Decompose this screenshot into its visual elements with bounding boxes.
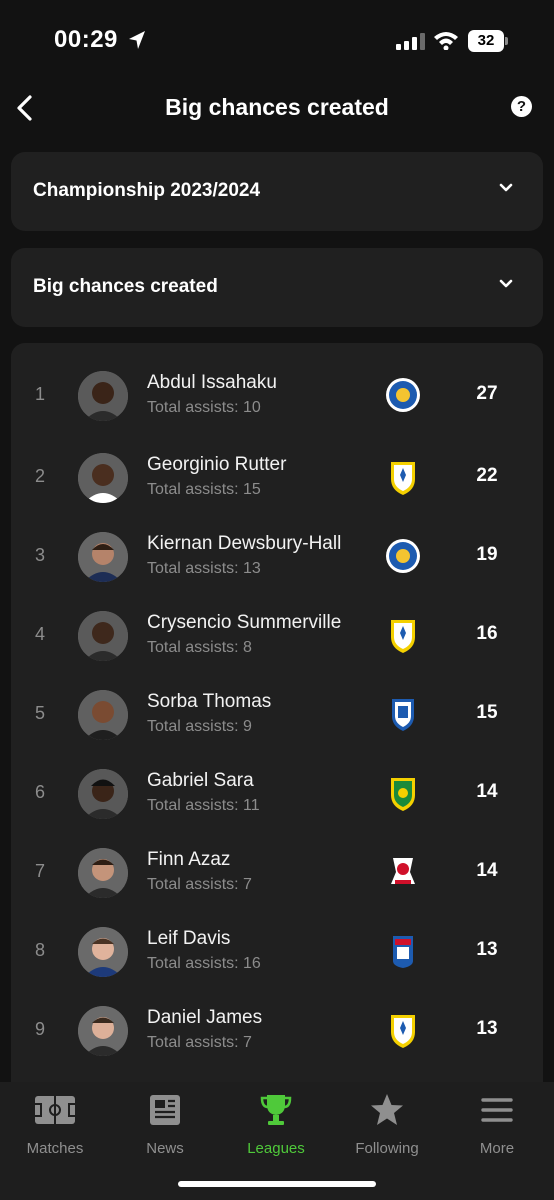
player-total-assists: Total assists: 7: [147, 876, 252, 893]
list-item[interactable]: 9 Daniel James Total assists: 7 13: [11, 992, 543, 1071]
list-item[interactable]: 2 Georginio Rutter Total assists: 15 22: [11, 439, 543, 518]
rank-number: 7: [35, 861, 46, 881]
tab-label: More: [479, 1140, 515, 1157]
tab-following[interactable]: Following: [332, 1092, 442, 1162]
battery-level: 32: [468, 30, 504, 52]
player-total-assists: Total assists: 10: [147, 399, 261, 416]
player-name: Georginio Rutter: [147, 454, 287, 475]
player-name: Kiernan Dewsbury-Hall: [147, 533, 342, 554]
top-app-bar: Big chances created ?: [0, 80, 554, 136]
player-name: Crysencio Summerville: [147, 612, 342, 633]
tab-label: News: [146, 1140, 184, 1157]
cellular-signal-icon: [396, 32, 425, 50]
rank-number: 5: [35, 703, 46, 723]
stat-dropdown-label: Big chances created: [33, 276, 218, 297]
leeds-crest-icon: [391, 1015, 415, 1048]
player-name: Gabriel Sara: [147, 770, 254, 791]
newspaper-icon: [150, 1095, 180, 1125]
rank-number: 1: [35, 384, 46, 404]
stat-value: 14: [476, 781, 498, 802]
stat-value: 27: [476, 383, 498, 404]
player-avatar: [78, 927, 128, 977]
stat-value: 14: [476, 860, 498, 881]
player-avatar: [78, 769, 128, 819]
tab-news[interactable]: News: [110, 1092, 220, 1162]
stat-value: 13: [476, 1018, 498, 1039]
rank-number: 9: [35, 1019, 46, 1039]
player-name: Finn Azaz: [147, 849, 231, 870]
player-avatar: [78, 1006, 128, 1056]
player-avatar: [78, 611, 128, 661]
pitch-icon: [35, 1096, 75, 1124]
leicester-crest-icon: [386, 539, 420, 573]
status-time: 00:29: [54, 26, 118, 53]
leeds-crest-icon: [391, 620, 415, 653]
player-avatar: [78, 532, 128, 582]
tab-label: Matches: [26, 1140, 84, 1157]
wifi-icon: [434, 32, 458, 50]
player-total-assists: Total assists: 16: [147, 955, 261, 972]
list-item[interactable]: 1 Abdul Issahaku Total assists: 10 27: [11, 357, 543, 436]
player-total-assists: Total assists: 15: [147, 481, 261, 498]
player-stats-list: 1 Abdul Issahaku Total assists: 10 27 2 …: [11, 343, 543, 1103]
tab-label: Following: [355, 1140, 419, 1157]
leicester-crest-icon: [386, 378, 420, 412]
chevron-down-icon: [499, 183, 513, 192]
stat-value: 19: [476, 544, 498, 565]
menu-icon: [481, 1098, 513, 1122]
stat-value: 13: [476, 939, 498, 960]
location-arrow-icon: [129, 31, 145, 49]
season-dropdown-label: Championship 2023/2024: [33, 180, 261, 201]
list-item[interactable]: 8 Leif Davis Total assists: 16 13: [11, 913, 543, 992]
leeds-crest-icon: [391, 462, 415, 495]
player-total-assists: Total assists: 11: [147, 797, 260, 814]
help-icon[interactable]: ?: [511, 96, 532, 117]
stat-value: 22: [476, 465, 498, 486]
page-title: Big chances created: [165, 94, 389, 120]
trophy-icon: [260, 1095, 292, 1125]
star-icon: [371, 1094, 403, 1125]
rank-number: 6: [35, 782, 46, 802]
player-avatar: [78, 690, 128, 740]
player-avatar: [78, 371, 128, 421]
player-total-assists: Total assists: 7: [147, 1034, 252, 1051]
list-item[interactable]: 6 Gabriel Sara Total assists: 11 14: [11, 755, 543, 834]
player-total-assists: Total assists: 8: [147, 639, 252, 656]
list-item[interactable]: 4 Crysencio Summerville Total assists: 8…: [11, 597, 543, 676]
list-item[interactable]: 7 Finn Azaz Total assists: 7 14: [11, 834, 543, 913]
tab-label: Leagues: [247, 1140, 305, 1157]
tab-matches[interactable]: Matches: [0, 1092, 110, 1162]
rank-number: 8: [35, 940, 46, 960]
player-avatar: [78, 848, 128, 898]
norwich-crest-icon: [391, 778, 415, 811]
rank-number: 2: [35, 466, 46, 486]
home-indicator[interactable]: [178, 1181, 376, 1187]
player-total-assists: Total assists: 13: [147, 560, 261, 577]
player-avatar: [78, 453, 128, 503]
chevron-down-icon: [499, 279, 513, 288]
tab-more[interactable]: More: [442, 1092, 552, 1162]
player-name: Leif Davis: [147, 928, 231, 949]
tab-leagues[interactable]: Leagues: [221, 1092, 331, 1162]
player-name: Daniel James: [147, 1007, 263, 1028]
middlesbrough-crest-icon: [391, 858, 415, 884]
list-item[interactable]: 5 Sorba Thomas Total assists: 9 15: [11, 676, 543, 755]
battery-icon: 32: [468, 30, 508, 52]
player-total-assists: Total assists: 9: [147, 718, 252, 735]
rank-number: 4: [35, 624, 46, 644]
stat-value: 16: [476, 623, 498, 644]
stat-dropdown[interactable]: Big chances created: [11, 248, 543, 327]
player-name: Sorba Thomas: [147, 691, 272, 712]
rank-number: 3: [35, 545, 46, 565]
player-name: Abdul Issahaku: [147, 372, 277, 393]
stat-value: 15: [476, 702, 498, 723]
huddersfield-crest-icon: [392, 699, 414, 731]
list-item[interactable]: 3 Kiernan Dewsbury-Hall Total assists: 1…: [11, 518, 543, 597]
season-dropdown[interactable]: Championship 2023/2024: [11, 152, 543, 231]
ipswich-crest-icon: [393, 936, 413, 968]
status-bar: 00:29 32: [0, 0, 554, 80]
